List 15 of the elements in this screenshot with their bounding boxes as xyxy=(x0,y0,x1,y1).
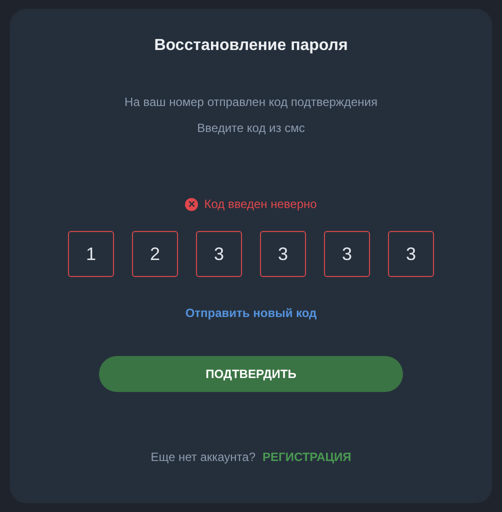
no-account-text: Еще нет аккаунта? xyxy=(150,450,256,464)
code-digit-field[interactable]: 1 xyxy=(68,231,114,277)
resend-code-link[interactable]: Отправить новый код xyxy=(185,306,317,320)
confirm-button[interactable]: ПОДТВЕРДИТЬ xyxy=(99,356,403,392)
code-digit-field[interactable]: 3 xyxy=(324,231,370,277)
code-digit-field[interactable]: 3 xyxy=(196,231,242,277)
register-link[interactable]: РЕГИСТРАЦИЯ xyxy=(262,450,352,464)
info-text: Введите код из смс xyxy=(197,121,305,135)
error-message: Код введен неверно xyxy=(204,197,317,211)
code-digit-field[interactable]: 2 xyxy=(132,231,178,277)
code-digit-field[interactable]: 3 xyxy=(388,231,434,277)
error-icon: × xyxy=(185,198,198,210)
info-text: На ваш номер отправлен код подтверждения xyxy=(124,95,378,109)
dialog-title: Восстановление пароля xyxy=(154,37,348,55)
code-digit-field[interactable]: 3 xyxy=(260,231,306,277)
